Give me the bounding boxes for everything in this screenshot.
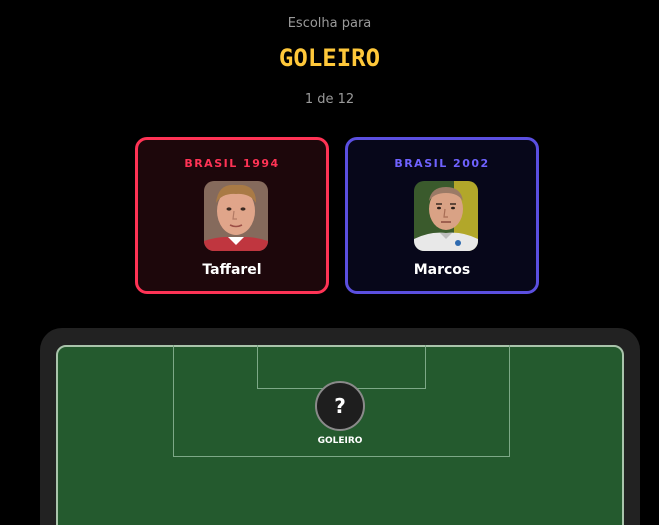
choose-for-label: Escolha para <box>287 16 372 31</box>
team-label: BRASIL 1994 <box>184 157 280 170</box>
player-option-card-marcos[interactable]: BRASIL 2002 Marcos <box>345 137 539 294</box>
football-pitch <box>56 345 624 525</box>
position-title: GOLEIRO <box>278 44 381 72</box>
player-name: Marcos <box>413 262 471 278</box>
player-photo-taffarel-icon <box>204 181 268 251</box>
player-photo-marcos-icon <box>414 181 478 251</box>
goalkeeper-slot-label: GOLEIRO <box>317 436 363 446</box>
goalkeeper-slot[interactable]: ? <box>315 381 365 431</box>
player-photo <box>204 181 268 251</box>
draft-page: Escolha para GOLEIRO 1 de 12 BRASIL 1994… <box>0 0 659 525</box>
progress-counter: 1 de 12 <box>304 92 355 107</box>
team-label: BRASIL 2002 <box>394 157 490 170</box>
player-photo <box>414 181 478 251</box>
player-name: Taffarel <box>202 262 262 278</box>
player-option-card-taffarel[interactable]: BRASIL 1994 Taffarel <box>135 137 329 294</box>
